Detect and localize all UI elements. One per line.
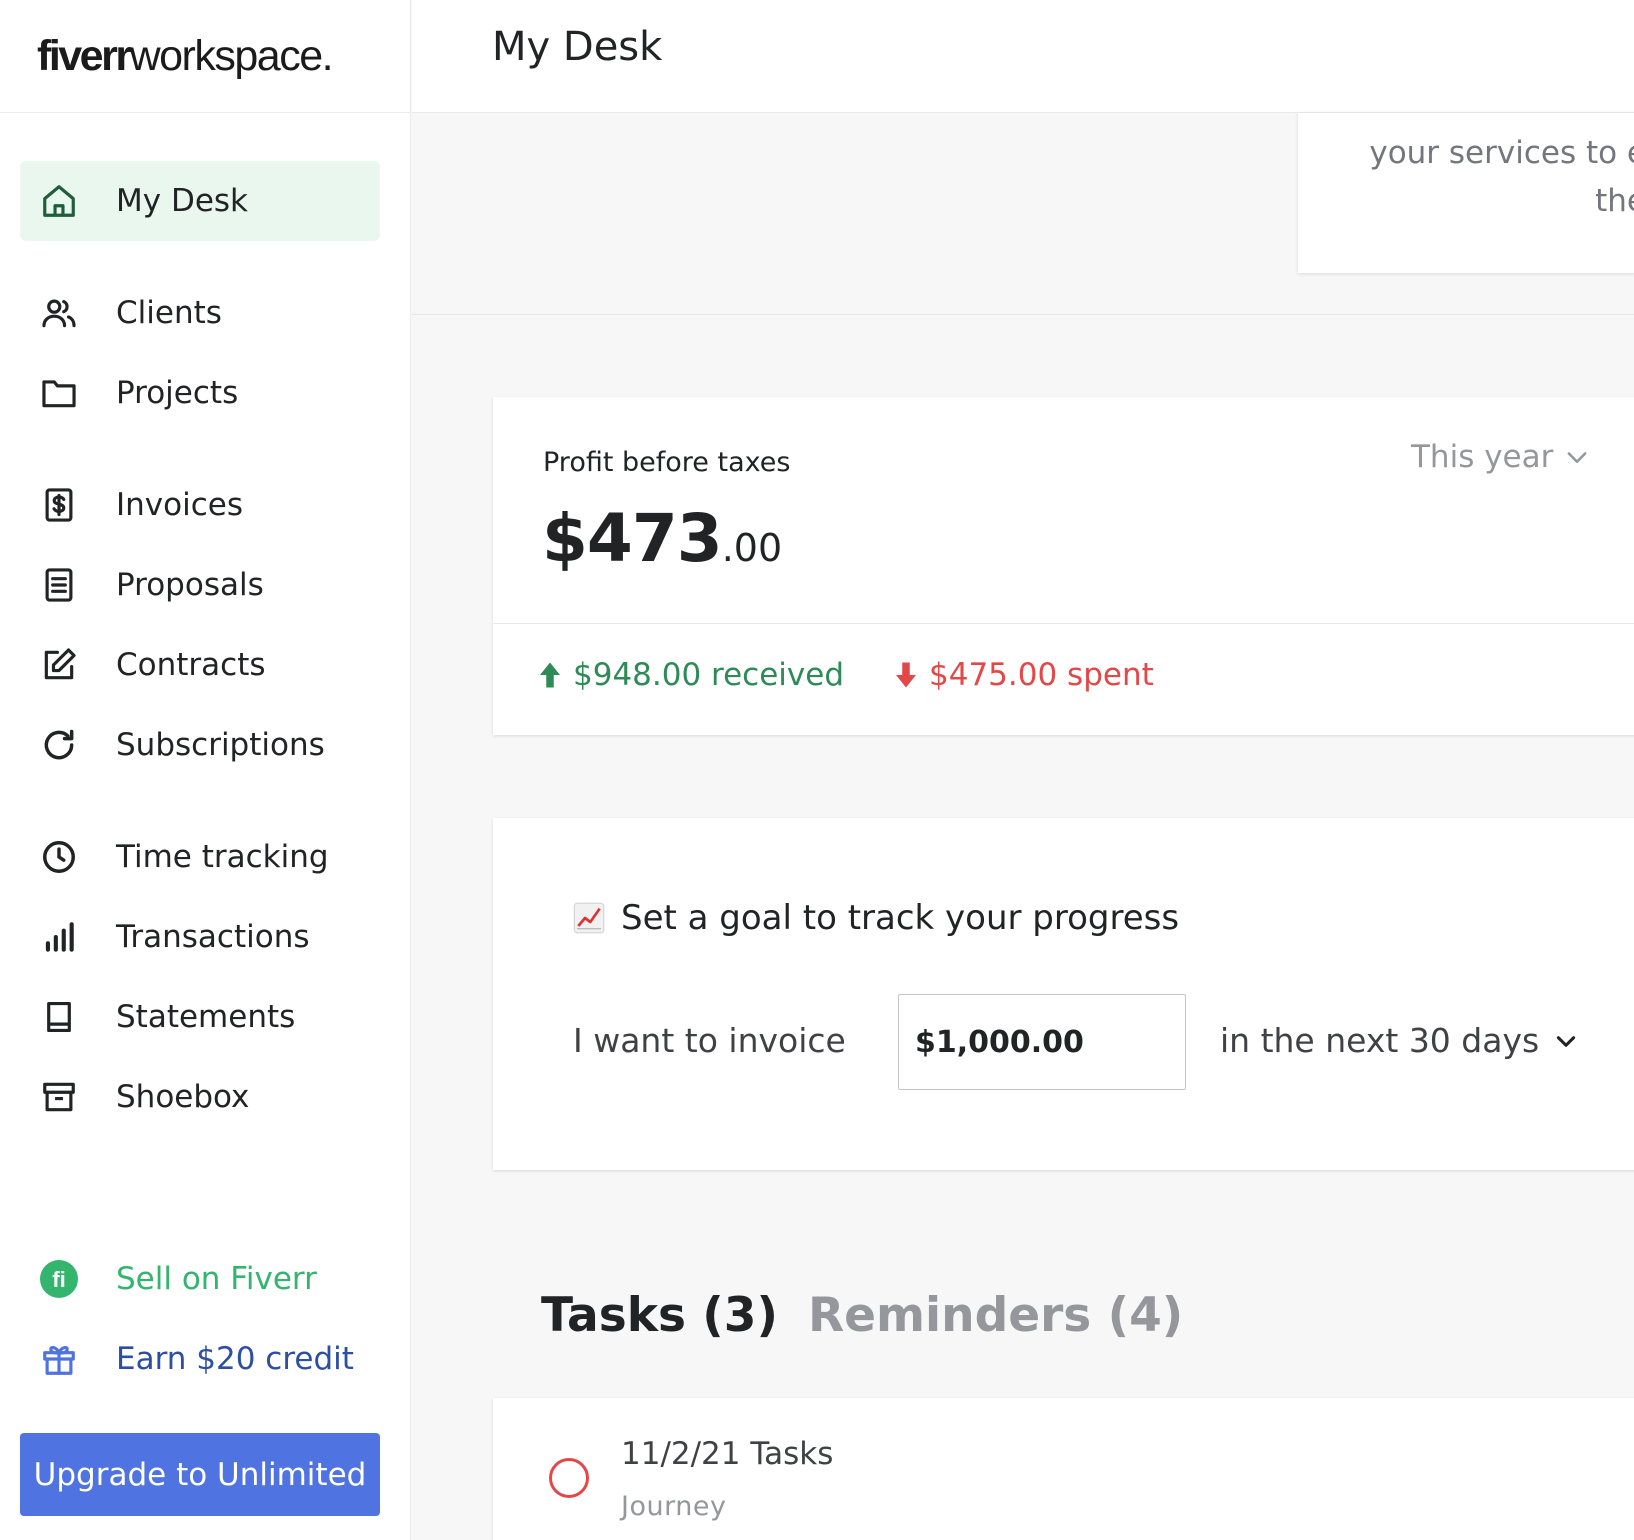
fiverr-logo-icon: fi [39, 1259, 79, 1299]
tasks-tabs: Tasks (3) Reminders (4) [541, 1288, 1183, 1343]
logo-area: fiverrworkspace. [0, 0, 410, 113]
chevron-down-icon [1557, 1035, 1576, 1047]
profit-amount: $473.00 [542, 500, 782, 577]
spent-amount: $475.00 spent [893, 657, 1154, 693]
sidebar-item-label: Shoebox [116, 1079, 250, 1115]
goal-title: Set a goal to track your progress [573, 898, 1179, 938]
sidebar-item-contracts[interactable]: Contracts [20, 625, 380, 705]
edit-icon [39, 645, 79, 685]
clock-icon [39, 837, 79, 877]
goal-period-dropdown[interactable]: in the next 30 days [1220, 1021, 1579, 1060]
tab-tasks[interactable]: Tasks (3) [541, 1288, 778, 1343]
sidebar-item-clients[interactable]: Clients [20, 273, 380, 353]
sidebar-item-projects[interactable]: Projects [20, 353, 380, 433]
sidebar-item-shoebox[interactable]: Shoebox [20, 1057, 380, 1137]
sidebar-item-proposals[interactable]: Proposals [20, 545, 380, 625]
goal-card: Set a goal to track your progress I want… [493, 818, 1634, 1170]
promo-text: your services to e the [1369, 135, 1634, 219]
sell-on-fiverr-label: Sell on Fiverr [116, 1261, 317, 1297]
folder-icon [39, 373, 79, 413]
goal-prefix-label: I want to invoice [573, 1021, 846, 1060]
earn-credit-label: Earn $20 credit [116, 1341, 354, 1377]
task-project: Journey [621, 1491, 727, 1522]
received-amount: $948.00 received [537, 657, 844, 693]
earn-credit-link[interactable]: Earn $20 credit [20, 1319, 380, 1399]
task-title: 11/2/21 Tasks [621, 1436, 834, 1472]
sidebar: fiverrworkspace. My Desk Clients Project… [0, 0, 411, 1540]
sidebar-item-label: Contracts [116, 647, 266, 683]
promo-card[interactable]: your services to e the [1298, 113, 1634, 273]
sidebar-item-transactions[interactable]: Transactions [20, 897, 380, 977]
sidebar-item-label: Statements [116, 999, 296, 1035]
gift-icon [39, 1339, 79, 1379]
period-dropdown[interactable]: This year [1411, 439, 1591, 475]
task-list: 11/2/21 Tasks Journey [493, 1398, 1634, 1540]
sidebar-item-label: Invoices [116, 487, 243, 523]
svg-text:fi: fi [52, 1267, 66, 1292]
chevron-down-icon [1567, 452, 1587, 463]
document-icon [39, 565, 79, 605]
profit-amount-cents: .00 [721, 526, 783, 570]
profit-label: Profit before taxes [543, 447, 791, 478]
home-icon [39, 181, 79, 221]
sell-on-fiverr-link[interactable]: fi Sell on Fiverr [20, 1239, 380, 1319]
tab-reminders[interactable]: Reminders (4) [808, 1288, 1183, 1343]
sidebar-item-time-tracking[interactable]: Time tracking [20, 817, 380, 897]
profit-card: Profit before taxes $473.00 This year $9… [493, 397, 1634, 735]
sidebar-item-my-desk[interactable]: My Desk [20, 161, 380, 241]
profit-amount-whole: $473 [542, 500, 723, 577]
sidebar-item-label: My Desk [116, 183, 248, 219]
fiverr-workspace-logo[interactable]: fiverrworkspace. [37, 32, 334, 81]
sidebar-item-invoices[interactable]: Invoices [20, 465, 380, 545]
sidebar-item-label: Proposals [116, 567, 264, 603]
sidebar-item-label: Transactions [116, 919, 310, 955]
task-checkbox[interactable] [549, 1458, 589, 1498]
page-title: My Desk [492, 24, 663, 70]
sidebar-item-label: Projects [116, 375, 239, 411]
goal-amount-input[interactable] [898, 994, 1186, 1090]
arrow-down-icon [896, 662, 916, 688]
sidebar-item-subscriptions[interactable]: Subscriptions [20, 705, 380, 785]
arrow-up-icon [540, 662, 560, 688]
sidebar-item-statements[interactable]: Statements [20, 977, 380, 1057]
top-bar: My Desk [412, 0, 1634, 113]
book-icon [39, 997, 79, 1037]
refresh-icon [39, 725, 79, 765]
sidebar-item-label: Clients [116, 295, 222, 331]
sidebar-item-label: Time tracking [116, 839, 329, 875]
period-label: This year [1411, 439, 1554, 475]
chart-increasing-icon [573, 902, 605, 934]
bar-chart-icon [39, 917, 79, 957]
invoice-dollar-icon [39, 485, 79, 525]
sidebar-item-label: Subscriptions [116, 727, 325, 763]
users-icon [39, 293, 79, 333]
upgrade-button[interactable]: Upgrade to Unlimited [20, 1433, 380, 1516]
divider [493, 623, 1634, 624]
archive-box-icon [39, 1077, 79, 1117]
goal-period-label: in the next 30 days [1220, 1021, 1540, 1060]
